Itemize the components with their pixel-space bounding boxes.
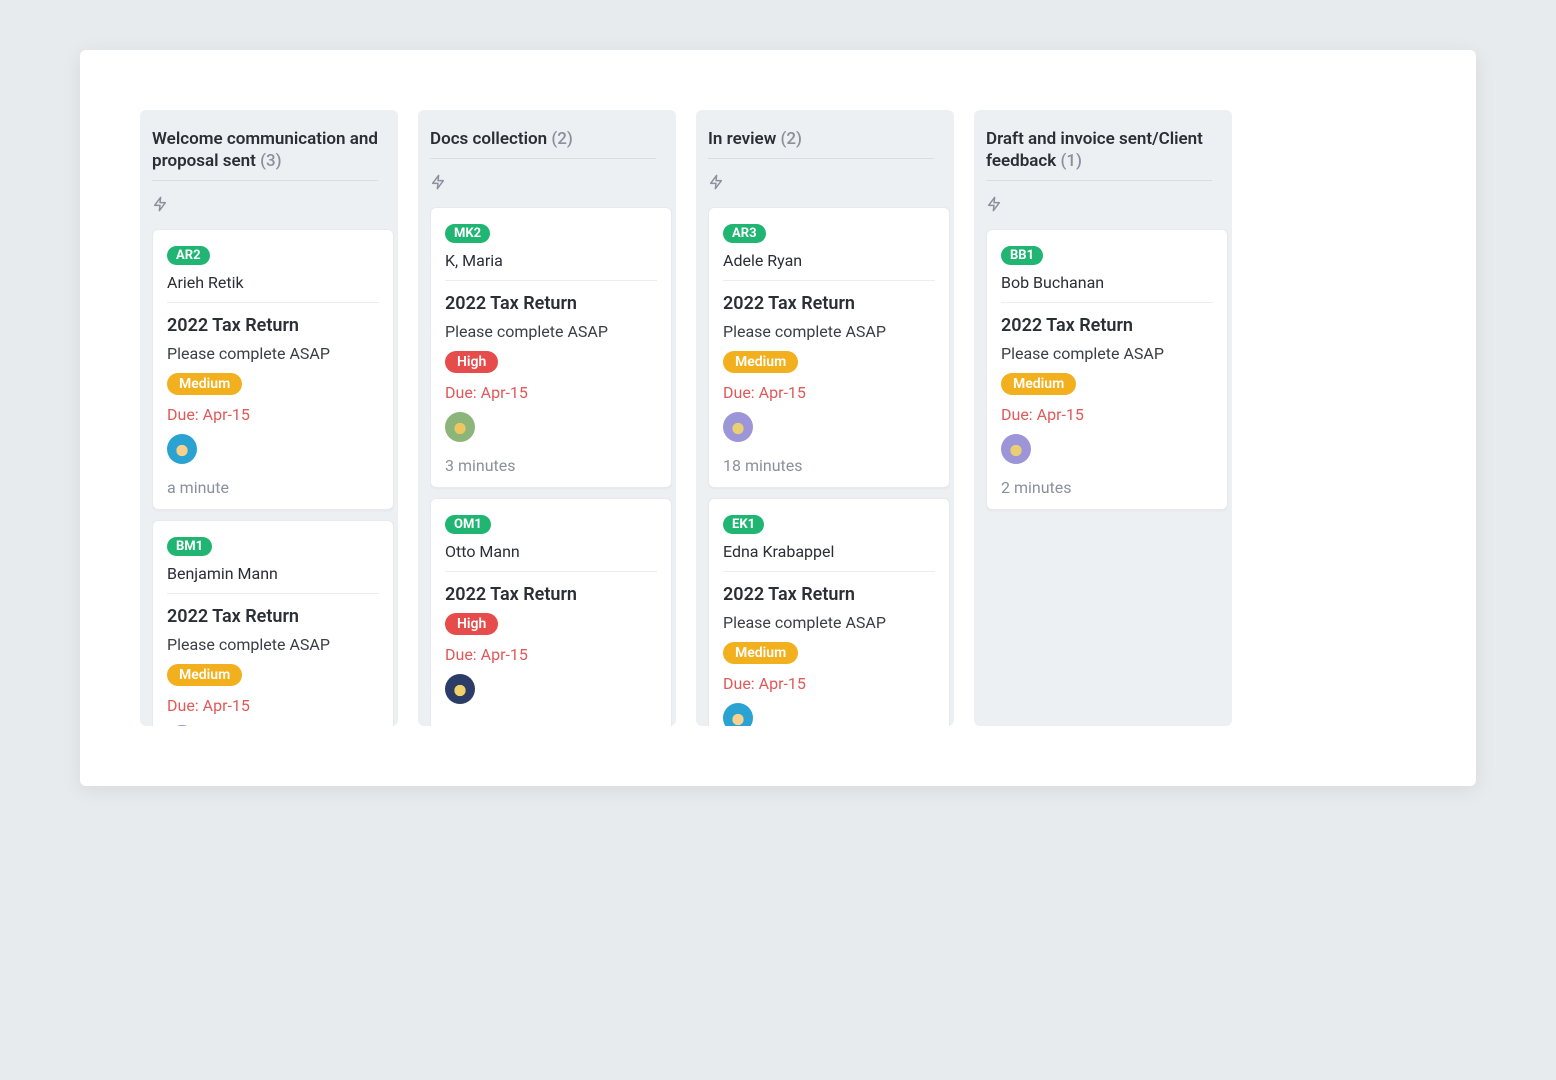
due-date: Due: Apr-15 xyxy=(1001,405,1213,424)
assignee-avatar[interactable] xyxy=(723,703,753,726)
column-title: Draft and invoice sent/Client feedback (… xyxy=(986,128,1212,172)
kanban-card[interactable]: AR2 Arieh Retik 2022 Tax Return Please comp… xyxy=(152,229,394,510)
assignee-avatar[interactable] xyxy=(723,412,753,442)
priority-badge: High xyxy=(445,613,498,635)
kanban-card[interactable]: AR3 Adele Ryan 2022 Tax Return Please compl… xyxy=(708,207,950,488)
kanban-card[interactable]: EK1 Edna Krabappel 2022 Tax Return Please c… xyxy=(708,498,950,726)
column-count: (2) xyxy=(551,129,573,149)
column-header: Draft and invoice sent/Client feedback (… xyxy=(986,122,1212,181)
client-name: Edna Krabappel xyxy=(723,542,935,572)
assignee-avatar[interactable] xyxy=(167,725,197,726)
kanban-card[interactable]: BB1 Bob Buchanan 2022 Tax Return Please com… xyxy=(986,229,1228,510)
priority-badge: High xyxy=(445,351,498,373)
card-tag: AR2 xyxy=(167,246,210,265)
column-count: (2) xyxy=(780,129,802,149)
card-tag: AR3 xyxy=(723,224,766,243)
task-description: Please complete ASAP xyxy=(723,613,935,632)
card-tag: OM1 xyxy=(445,515,491,534)
kanban-column: Docs collection (2) MK2 K, Maria 2022 Tax R… xyxy=(418,110,676,726)
kanban-card[interactable]: OM1 Otto Mann 2022 Tax Return High Due: Apr-… xyxy=(430,498,672,726)
task-title: 2022 Tax Return xyxy=(167,315,379,336)
client-name: Otto Mann xyxy=(445,542,657,572)
column-title-text: Draft and invoice sent/Client feedback xyxy=(986,129,1203,171)
task-description: Please complete ASAP xyxy=(445,322,657,341)
column-scroll[interactable]: MK2 K, Maria 2022 Tax Return Please complet… xyxy=(430,207,672,726)
column-count: (3) xyxy=(260,151,282,171)
card-tag: BM1 xyxy=(167,537,212,556)
column-icon-row xyxy=(152,193,378,219)
task-title: 2022 Tax Return xyxy=(723,293,935,314)
lightning-icon[interactable] xyxy=(708,171,724,193)
task-title: 2022 Tax Return xyxy=(445,584,657,605)
lightning-icon[interactable] xyxy=(430,171,446,193)
due-date: Due: Apr-15 xyxy=(445,383,657,402)
elapsed-time: a minute xyxy=(167,478,379,497)
column-scroll[interactable]: AR3 Adele Ryan 2022 Tax Return Please compl… xyxy=(708,207,950,726)
client-name: Bob Buchanan xyxy=(1001,273,1213,303)
card-tag: EK1 xyxy=(723,515,764,534)
due-date: Due: Apr-15 xyxy=(723,674,935,693)
column-icon-row xyxy=(430,171,656,197)
column-title: Docs collection (2) xyxy=(430,128,656,150)
column-scroll[interactable]: AR2 Arieh Retik 2022 Tax Return Please comp… xyxy=(152,229,394,726)
task-title: 2022 Tax Return xyxy=(723,584,935,605)
task-description: Please complete ASAP xyxy=(167,344,379,363)
kanban-card[interactable]: BM1 Benjamin Mann 2022 Tax Return Please co… xyxy=(152,520,394,726)
priority-badge: Medium xyxy=(167,373,242,395)
client-name: Benjamin Mann xyxy=(167,564,379,594)
kanban-column: Welcome communication and proposal sent … xyxy=(140,110,398,726)
column-header: Docs collection (2) xyxy=(430,122,656,159)
kanban-card[interactable]: MK2 K, Maria 2022 Tax Return Please complet… xyxy=(430,207,672,488)
assignee-avatar[interactable] xyxy=(445,674,475,704)
column-title-text: In review xyxy=(708,129,776,149)
elapsed-time: 3 minutes xyxy=(445,456,657,475)
client-name: K, Maria xyxy=(445,251,657,281)
app-window: Welcome communication and proposal sent … xyxy=(80,50,1476,786)
task-title: 2022 Tax Return xyxy=(445,293,657,314)
elapsed-time: 2 minutes xyxy=(1001,478,1213,497)
priority-badge: Medium xyxy=(723,351,798,373)
kanban-column: In review (2) AR3 Adele Ryan 2022 Tax Retur… xyxy=(696,110,954,726)
task-description: Please complete ASAP xyxy=(167,635,379,654)
column-header: In review (2) xyxy=(708,122,934,159)
card-tag: MK2 xyxy=(445,224,490,243)
task-description: Please complete ASAP xyxy=(1001,344,1213,363)
card-tag: BB1 xyxy=(1001,246,1043,265)
task-title: 2022 Tax Return xyxy=(167,606,379,627)
due-date: Due: Apr-15 xyxy=(167,696,379,715)
column-title: Welcome communication and proposal sent … xyxy=(152,128,378,172)
column-title-text: Docs collection xyxy=(430,129,547,149)
column-header: Welcome communication and proposal sent … xyxy=(152,122,378,181)
column-scroll[interactable]: BB1 Bob Buchanan 2022 Tax Return Please com… xyxy=(986,229,1228,530)
column-title: In review (2) xyxy=(708,128,934,150)
client-name: Arieh Retik xyxy=(167,273,379,303)
kanban-column: Draft and invoice sent/Client feedback (… xyxy=(974,110,1232,726)
assignee-avatar[interactable] xyxy=(167,434,197,464)
assignee-avatar[interactable] xyxy=(445,412,475,442)
assignee-avatar[interactable] xyxy=(1001,434,1031,464)
lightning-icon[interactable] xyxy=(986,193,1002,215)
kanban-board: Welcome communication and proposal sent … xyxy=(140,110,1416,726)
due-date: Due: Apr-15 xyxy=(723,383,935,402)
task-title: 2022 Tax Return xyxy=(1001,315,1213,336)
column-icon-row xyxy=(708,171,934,197)
task-description: Please complete ASAP xyxy=(723,322,935,341)
priority-badge: Medium xyxy=(167,664,242,686)
priority-badge: Medium xyxy=(1001,373,1076,395)
column-icon-row xyxy=(986,193,1212,219)
lightning-icon[interactable] xyxy=(152,193,168,215)
due-date: Due: Apr-15 xyxy=(167,405,379,424)
priority-badge: Medium xyxy=(723,642,798,664)
client-name: Adele Ryan xyxy=(723,251,935,281)
elapsed-time: 18 minutes xyxy=(723,456,935,475)
column-count: (1) xyxy=(1060,151,1082,171)
due-date: Due: Apr-15 xyxy=(445,645,657,664)
